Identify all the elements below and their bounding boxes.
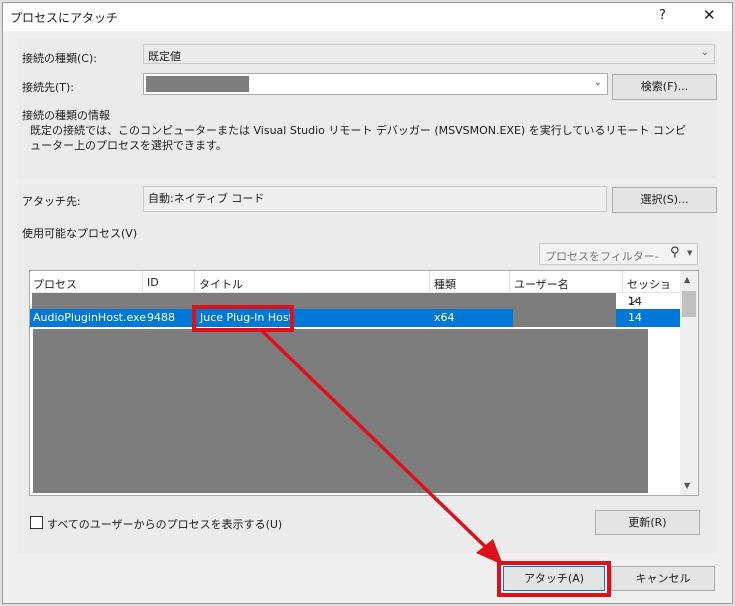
- annotation-arrow: [260, 329, 503, 565]
- annotation-arrow-line: [260, 329, 499, 560]
